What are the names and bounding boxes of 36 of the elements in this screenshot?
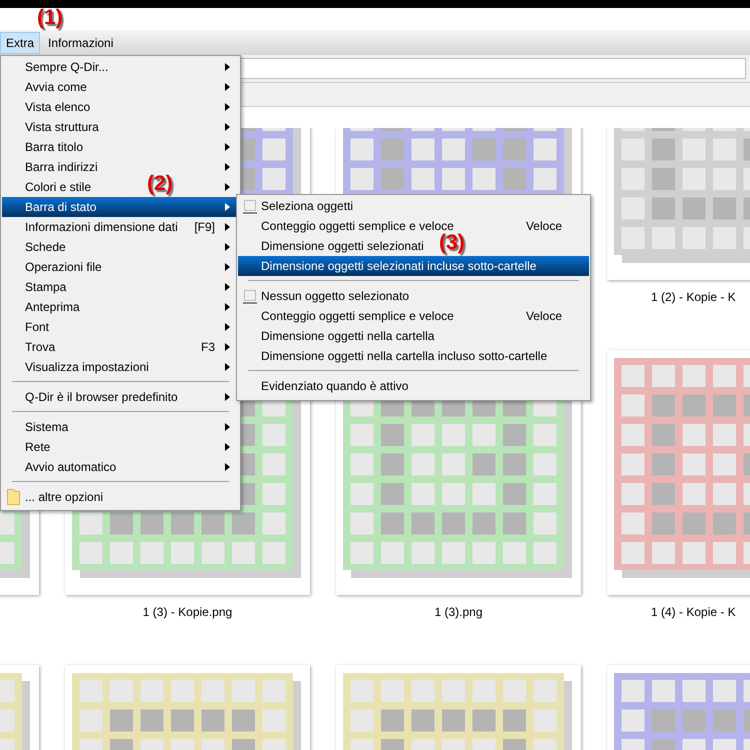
menu-item[interactable]: Anteprima	[2, 297, 239, 317]
menu-item[interactable]: Seleziona oggetti	[238, 196, 589, 216]
menu-item[interactable]: Nessun oggetto selezionato	[238, 286, 589, 306]
menu-item[interactable]: Conteggio oggetti semplice e veloce Veloce	[238, 306, 589, 326]
file-name-label: 1 (3).png	[434, 605, 483, 619]
menu-item[interactable]: Stampa	[2, 277, 239, 297]
menu-item[interactable]: Trova F3	[2, 337, 239, 357]
file-name-label: 1 (4) - Kopie - K	[651, 605, 736, 619]
file-name-label: 1 (2) - Kopie - K	[651, 290, 736, 304]
menu-item[interactable]: Barra titolo	[2, 137, 239, 157]
menu-item[interactable]: Dimensione oggetti selezionati incluse sotto-cartelle	[238, 256, 589, 276]
menu-item[interactable]: Schede	[2, 237, 239, 257]
menu-item[interactable]: Informazioni dimensione dati [F9]	[2, 217, 239, 237]
menu-item[interactable]: Vista struttura	[2, 117, 239, 137]
menu-item[interactable]: Barra di stato	[2, 197, 239, 217]
menu-item[interactable]: Dimensione oggetti nella cartella	[238, 326, 589, 346]
menu-item[interactable]: Q-Dir è il browser predefinito	[2, 387, 239, 407]
folder-icon	[7, 489, 20, 505]
menu-item[interactable]: ... altre opzioni	[2, 487, 239, 507]
menu-item[interactable]: Font	[2, 317, 239, 337]
menu-item[interactable]: Dimensione oggetti nella cartella incluso sotto-cartelle	[238, 346, 589, 366]
checkbox-icon[interactable]	[242, 288, 258, 304]
step-number-label: (1)	[37, 6, 63, 30]
menu-item[interactable]: Evidenziato quando è attivo	[238, 376, 589, 396]
menu-item[interactable]: Avvio automatico	[2, 457, 239, 477]
menu-bar-item[interactable]: Extra	[0, 32, 40, 54]
menu-item[interactable]: Operazioni file	[2, 257, 239, 277]
menu-item[interactable]: Rete	[2, 437, 239, 457]
menu-item[interactable]: Vista elenco	[2, 97, 239, 117]
menu-item[interactable]: Visualizza impostazioni	[2, 357, 239, 377]
menu-bar-item[interactable]: Informazioni	[42, 32, 120, 54]
menu-item[interactable]: Sistema	[2, 417, 239, 437]
menu-item[interactable]: Avvia come	[2, 77, 239, 97]
checkbox-icon[interactable]	[242, 198, 258, 214]
file-name-label: 1 (3) - Kopie.png	[142, 605, 232, 619]
menu-item[interactable]: Sempre Q-Dir...	[2, 57, 239, 77]
